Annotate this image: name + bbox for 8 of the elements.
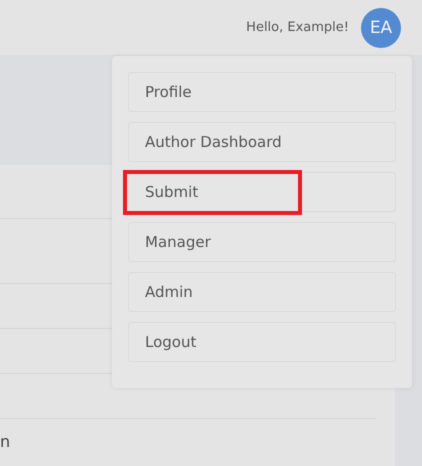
avatar-button[interactable]: EA [361,8,401,48]
menu-item[interactable]: Manager [128,222,396,262]
list-text: n [0,432,10,451]
menu-item[interactable]: Logout [128,322,396,362]
menu-item[interactable]: Profile [128,72,396,112]
menu-item[interactable]: Admin [128,272,396,312]
greeting-text: Hello, Example! [246,20,349,35]
menu-item[interactable]: Author Dashboard [128,122,396,162]
